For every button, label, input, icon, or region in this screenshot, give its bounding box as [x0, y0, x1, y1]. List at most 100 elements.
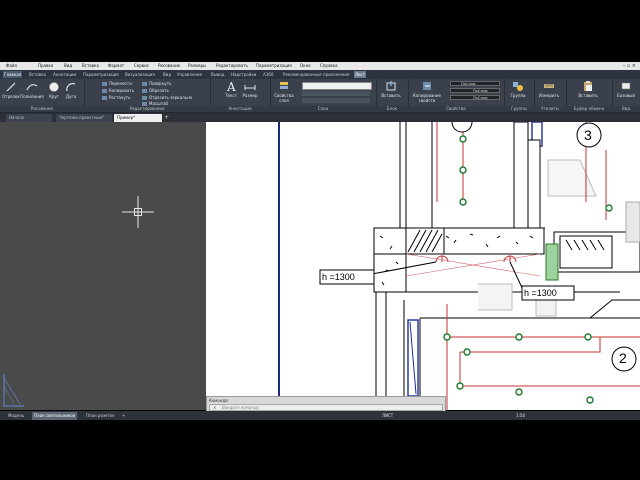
menu-item[interactable]: Формат [108, 62, 124, 70]
tab-output[interactable]: Вывод [210, 71, 225, 78]
rotate-icon [142, 82, 147, 86]
menu-item[interactable]: Справка [320, 62, 338, 70]
polyline-button[interactable]: Полилиния [20, 81, 44, 99]
text-button[interactable]: A Текст [224, 80, 238, 98]
trim-button[interactable]: Обрезать [142, 88, 169, 94]
line-button[interactable]: Отрезок [2, 81, 20, 99]
panel-annotation: A Текст Размер Аннотации [210, 79, 271, 112]
tab-outlet-plan[interactable]: План розеток [84, 412, 117, 420]
svg-text:A: A [226, 80, 236, 92]
text-label: Текст [225, 93, 237, 98]
move-button[interactable]: Перенести [102, 81, 132, 87]
paste-button[interactable]: Вставить [576, 80, 600, 98]
status-toolbar[interactable] [398, 413, 498, 427]
layer-tools-row-2[interactable] [302, 98, 370, 103]
menu-item[interactable]: Редактировать [216, 62, 248, 70]
panel-block: Вставить Блок [376, 79, 409, 112]
tab-manage[interactable]: Управление [176, 71, 203, 78]
dimension-icon [244, 85, 256, 90]
group-label: Группа [510, 93, 526, 98]
tab-a360[interactable]: A360 [262, 71, 274, 78]
arc-icon [66, 83, 76, 92]
panel-draw: Отрезок Полилиния Круг Дуга Рисование [0, 79, 85, 112]
measure-label: Измерить [538, 93, 560, 98]
panel-properties: Копирование свойств ПоСлою ПоСлою ПоСлою… [408, 79, 505, 112]
group-icon [513, 82, 523, 91]
menu-item[interactable]: Параметризация [256, 62, 292, 70]
ribbon-tabs: Главная Вставка Аннотации Параметризация… [0, 70, 640, 79]
clipboard-icon [584, 81, 592, 91]
menu-item[interactable]: Вставка [82, 62, 99, 70]
tab-view[interactable]: Вид [162, 71, 172, 78]
dimension-button[interactable]: Размер [241, 80, 259, 98]
menu-item[interactable]: Размеры [188, 62, 206, 70]
move-icon [102, 82, 107, 86]
menu-item[interactable]: Правка [38, 62, 53, 70]
new-tab-plus-icon[interactable]: + [164, 114, 169, 121]
drawing-viewport[interactable]: h =1300 h =1300 3 2 [206, 122, 640, 410]
group-button[interactable]: Группа [507, 80, 529, 98]
tab-parametric[interactable]: Параметризация [82, 71, 120, 78]
mirror-icon [142, 96, 147, 100]
stretch-icon [102, 96, 107, 100]
menu-item[interactable]: Окно [300, 62, 311, 70]
menu-item[interactable]: Рисование [158, 62, 180, 70]
file-tab-drawings[interactable]: Чертежи проектные* [56, 114, 112, 122]
file-tab-example[interactable]: Пример* [114, 114, 162, 122]
circle-icon [49, 82, 59, 92]
panel-modify: Перенести Повернуть Обрезать Копировать … [84, 79, 211, 112]
trim-label: Обрезать [149, 88, 169, 93]
model-space-area[interactable] [0, 122, 206, 410]
layer-dropdown[interactable] [302, 82, 372, 90]
tab-annotate[interactable]: Аннотации [52, 71, 77, 78]
ribbon-panels: Отрезок Полилиния Круг Дуга Рисование Пе… [0, 79, 640, 113]
panel-groups: Группа Группы [504, 79, 535, 112]
command-input[interactable]: × Введите команду [209, 404, 443, 411]
copy-button[interactable]: Копировать [102, 88, 134, 94]
stretch-button[interactable]: Растянуть [102, 95, 130, 101]
status-toolbar-right[interactable] [536, 413, 636, 427]
tab-home[interactable]: Главная [3, 71, 23, 78]
mirror-label: Отразить зеркально [149, 95, 193, 100]
add-layout-plus-icon[interactable]: + [120, 412, 127, 420]
panel-modify-title: Редактирование [84, 106, 210, 112]
base-view-button[interactable]: Базовый [614, 80, 638, 98]
menu-item[interactable]: Сервис [134, 62, 149, 70]
measure-button[interactable]: Измерить [537, 80, 561, 98]
arc-button[interactable]: Дуга [64, 81, 78, 99]
color-dropdown[interactable]: ПоСлою [450, 81, 500, 86]
tab-layout[interactable]: Лист [354, 71, 367, 78]
layer-tools-row[interactable] [302, 91, 370, 96]
menu-item[interactable]: Файл [6, 62, 17, 70]
tab-addins[interactable]: Надстройки [230, 71, 257, 78]
text-icon: A [226, 80, 236, 92]
match-properties-button[interactable]: Копирование свойств [410, 80, 444, 103]
layer-properties-button[interactable]: Свойства слоя [272, 80, 296, 103]
polyline-icon [26, 84, 38, 91]
linetype-dropdown[interactable]: ПоСлою [450, 88, 500, 93]
window-controls-icon[interactable]: – ▫ × [623, 63, 636, 69]
tab-insert[interactable]: Вставка [28, 71, 47, 78]
annotation-scale[interactable]: 1:50 [514, 412, 527, 420]
room-number-2: 2 [619, 350, 627, 366]
rotate-button[interactable]: Повернуть [142, 81, 171, 87]
panel-utilities: Измерить Утилиты [534, 79, 567, 112]
rotate-label: Повернуть [149, 81, 172, 86]
lineweight-dropdown[interactable]: ПоСлою [450, 95, 500, 100]
insert-block-button[interactable]: Вставить [380, 80, 402, 98]
height-label-2: h =1300 [524, 288, 557, 298]
panel-view: Базовый Вид [612, 79, 640, 112]
menu-item[interactable]: Вид [64, 62, 72, 70]
layout-mode-indicator[interactable]: ЛИСТ [380, 412, 395, 420]
tab-lighting-plan[interactable]: План светильников [32, 412, 78, 420]
tab-featured-apps[interactable]: Рекомендованные приложения [282, 71, 350, 78]
circle-button[interactable]: Круг [47, 81, 61, 99]
tab-visualize[interactable]: Визуализация [124, 71, 156, 78]
crosshair-cursor [3, 196, 154, 407]
tab-model[interactable]: Модель [6, 412, 26, 420]
height-label-1: h =1300 [322, 272, 355, 282]
letterbox-top [0, 0, 640, 62]
circle-label: Круг [49, 94, 59, 99]
file-tab-start[interactable]: Начало [6, 114, 52, 122]
match-properties-icon [423, 82, 431, 90]
